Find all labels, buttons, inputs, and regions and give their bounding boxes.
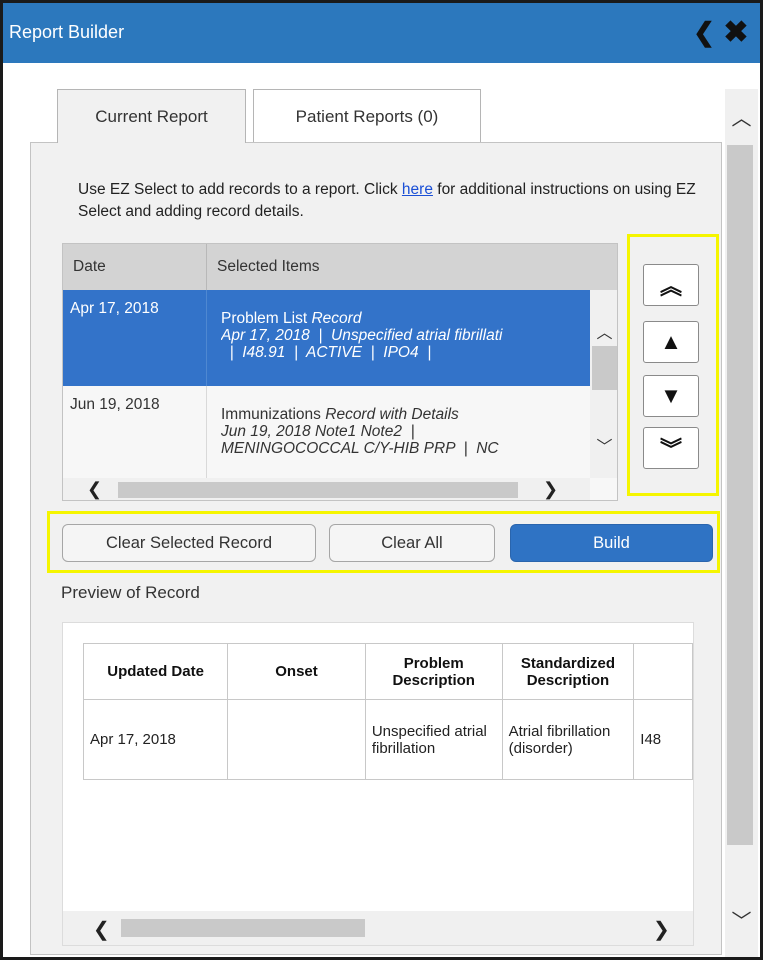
- preview-header-onset: Onset: [227, 643, 366, 700]
- grid-vertical-scrollbar[interactable]: ︿ ﹀: [590, 290, 617, 478]
- scroll-thumb[interactable]: [121, 919, 365, 937]
- column-header-selected-items[interactable]: Selected Items: [217, 258, 320, 276]
- preview-cell-problem-description: Unspecified atrial fibrillation: [364, 699, 503, 780]
- record-kind: Record with Details: [325, 406, 459, 423]
- window-title: Report Builder: [9, 22, 125, 42]
- scroll-down-icon[interactable]: ﹀: [590, 430, 617, 460]
- move-to-top-button[interactable]: ︽: [643, 264, 699, 306]
- preview-cell-onset: [227, 699, 366, 780]
- record-type: Problem List: [221, 310, 308, 327]
- title-bar: Report Builder ❮ ✖: [3, 3, 760, 63]
- row-description: Immunizations Record with Details Jun 19…: [221, 406, 591, 457]
- column-divider: [206, 244, 207, 290]
- preview-horizontal-scrollbar[interactable]: ❮ ❯: [63, 911, 693, 945]
- grid-row[interactable]: Jun 19, 2018 Immunizations Record with D…: [63, 386, 590, 482]
- move-to-bottom-button[interactable]: ︾: [643, 427, 699, 469]
- record-details-line: Apr 17, 2018 | Unspecified atrial fibril…: [221, 327, 503, 344]
- scroll-thumb[interactable]: [592, 346, 617, 390]
- report-builder-window: Report Builder ❮ ✖ Current Report Patien…: [0, 0, 763, 960]
- preview-table: Updated Date Onset Problem Description S…: [82, 643, 693, 780]
- instructions-text: Use EZ Select to add records to a report…: [78, 179, 698, 223]
- preview-header-standardized-description: Standardized Description: [501, 643, 635, 700]
- record-details-line: | I48.91 | ACTIVE | IPO4 |: [221, 344, 432, 361]
- preview-cell-code: I48: [633, 699, 693, 780]
- tab-current-report[interactable]: Current Report: [57, 89, 246, 143]
- scroll-right-icon[interactable]: ❯: [543, 479, 558, 500]
- grid-horizontal-scrollbar[interactable]: ❮ ❯: [63, 478, 590, 500]
- column-divider: [206, 290, 207, 386]
- instructions-text-part: Use EZ Select to add records to a report…: [78, 181, 402, 198]
- clear-all-button[interactable]: Clear All: [329, 524, 495, 562]
- preview-label: Preview of Record: [61, 583, 200, 602]
- tab-patient-reports[interactable]: Patient Reports (0): [253, 89, 481, 143]
- preview-cell-standardized-description: Atrial fibrillation (disorder): [501, 699, 635, 780]
- record-details-line: MENINGOCOCCAL C/Y-HIB PRP | NC: [221, 440, 499, 457]
- preview-header-updated-date: Updated Date: [82, 643, 229, 700]
- clear-selected-record-button[interactable]: Clear Selected Record: [62, 524, 316, 562]
- preview-row: Apr 17, 2018 Unspecified atrial fibrilla…: [82, 699, 693, 780]
- move-down-button[interactable]: ▼: [643, 375, 699, 417]
- preview-header-row: Updated Date Onset Problem Description S…: [82, 643, 693, 700]
- preview-cell-updated-date: Apr 17, 2018: [82, 699, 229, 780]
- move-up-button[interactable]: ▲: [643, 321, 699, 363]
- close-icon[interactable]: ✖: [723, 16, 749, 49]
- row-date: Apr 17, 2018: [70, 300, 159, 317]
- grid-row-selected[interactable]: Apr 17, 2018 Problem List Record Apr 17,…: [63, 290, 590, 386]
- row-date: Jun 19, 2018: [70, 396, 160, 413]
- window-vertical-scrollbar[interactable]: ︿ ﹀: [725, 89, 758, 957]
- scroll-left-icon[interactable]: ❮: [93, 917, 110, 942]
- record-details-line: Jun 19, 2018 Note1 Note2 |: [221, 423, 415, 440]
- scroll-down-icon[interactable]: ﹀: [725, 889, 758, 949]
- record-kind: Record: [311, 310, 362, 327]
- build-button[interactable]: Build: [510, 524, 713, 562]
- scroll-up-icon[interactable]: ︿: [590, 316, 617, 346]
- record-preview: Updated Date Onset Problem Description S…: [62, 622, 694, 946]
- preview-header-problem-description: Problem Description: [364, 643, 503, 700]
- selected-items-grid: Date Selected Items Apr 17, 2018 Problem…: [62, 243, 618, 501]
- scroll-up-icon[interactable]: ︿: [725, 89, 758, 143]
- preview-header-truncated: [633, 643, 693, 700]
- scroll-right-icon[interactable]: ❯: [653, 917, 670, 942]
- column-divider: [206, 386, 207, 482]
- instructions-link[interactable]: here: [402, 181, 433, 198]
- grid-header: Date Selected Items: [63, 244, 617, 290]
- record-type: Immunizations: [221, 406, 321, 423]
- scroll-left-icon[interactable]: ❮: [87, 479, 102, 500]
- column-header-date[interactable]: Date: [73, 258, 106, 276]
- scroll-thumb[interactable]: [727, 145, 753, 845]
- row-description: Problem List Record Apr 17, 2018 | Unspe…: [221, 310, 591, 361]
- collapse-icon[interactable]: ❮: [691, 17, 717, 47]
- scroll-thumb[interactable]: [118, 482, 518, 498]
